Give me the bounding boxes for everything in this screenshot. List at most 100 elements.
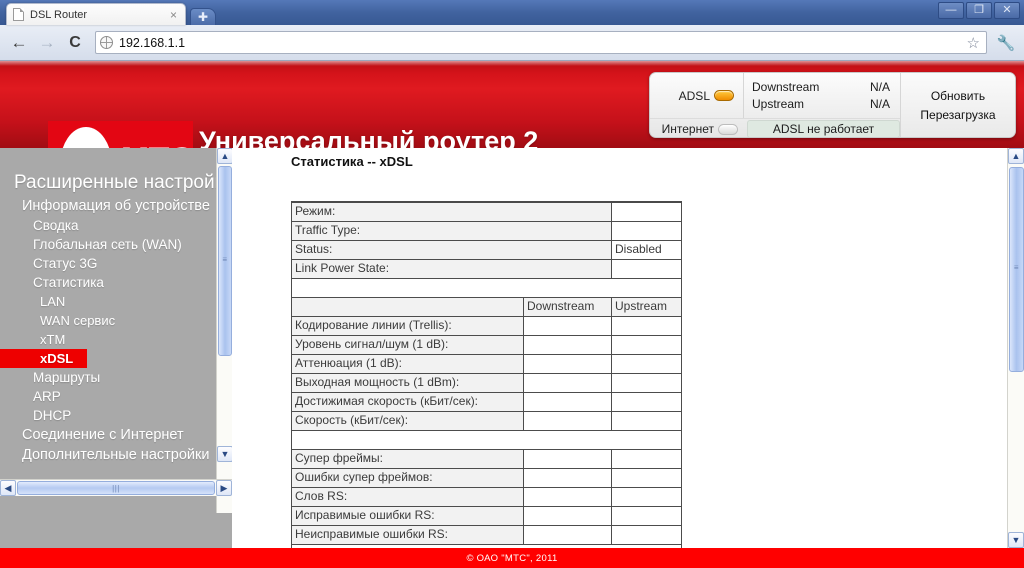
- row-downstream: [523, 467, 612, 488]
- tab-title: DSL Router: [30, 8, 88, 21]
- row-upstream: [611, 391, 682, 412]
- table-row: Исправимые ошибки RS:: [291, 505, 682, 526]
- sidebar: Расширенные настройки Информация об устр…: [0, 148, 232, 548]
- scroll-up-icon[interactable]: ▲: [217, 148, 232, 164]
- page-favicon-icon: [13, 8, 24, 21]
- status-panel: ADSL Downstream N/A Upstream N/A Интерне…: [649, 72, 1016, 138]
- sidebar-item-xtm[interactable]: xTM: [0, 330, 232, 349]
- copyright-text: © ОАО "МТС", 2011: [466, 552, 558, 564]
- sidebar-item-3g-status[interactable]: Статус 3G: [0, 254, 232, 273]
- wrench-menu-icon[interactable]: 🔧: [996, 34, 1016, 52]
- bookmark-star-icon[interactable]: ☆: [967, 34, 982, 52]
- sidebar-item-label: WAN сервис: [40, 313, 116, 328]
- browser-tab[interactable]: DSL Router ×: [6, 3, 186, 25]
- row-downstream: [523, 353, 612, 374]
- table-row: Status: Disabled: [291, 239, 682, 260]
- sidebar-item-wan[interactable]: Глобальная сеть (WAN): [0, 235, 232, 254]
- sidebar-item-wan-service[interactable]: WAN сервис: [0, 311, 232, 330]
- sidebar-scroll-thumb[interactable]: ≡: [218, 166, 232, 356]
- sidebar-item-dhcp[interactable]: DHCP: [0, 406, 232, 425]
- sidebar-item-label: Дополнительные настройки: [22, 447, 210, 463]
- restore-icon[interactable]: ❐: [966, 2, 992, 19]
- scroll-down-icon[interactable]: ▼: [217, 446, 232, 462]
- page-scroll-thumb[interactable]: ≡: [1009, 167, 1024, 372]
- sidebar-hscroll-thumb[interactable]: |||: [17, 481, 215, 495]
- row-value: Disabled: [611, 239, 682, 260]
- row-value: [611, 201, 682, 222]
- reboot-button[interactable]: Перезагрузка: [914, 107, 1001, 123]
- close-tab-icon[interactable]: ×: [168, 9, 179, 21]
- row-downstream: [523, 505, 612, 526]
- downstream-value: N/A: [869, 79, 890, 94]
- row-downstream: [523, 391, 612, 412]
- content-pane: Статистика -- xDSL Режим: Traffic Type: …: [232, 148, 1024, 548]
- row-label: Link Power State:: [291, 258, 612, 279]
- row-upstream: [611, 467, 682, 488]
- close-window-icon[interactable]: ✕: [994, 2, 1020, 19]
- row-downstream: [523, 486, 612, 507]
- new-tab-button[interactable]: ✚: [190, 8, 216, 25]
- refresh-button[interactable]: Обновить: [925, 88, 991, 104]
- row-label: Status:: [291, 239, 612, 260]
- row-label: Выходная мощность (1 dBm):: [291, 372, 524, 393]
- table-spacer-row: [291, 429, 682, 450]
- row-label: Супер фреймы:: [291, 448, 524, 469]
- sidebar-item-label: Статистика: [33, 275, 104, 290]
- status-internet-row: Интернет ADSL не работает: [650, 118, 900, 137]
- table-row: Аттенюация (1 dB):: [291, 353, 682, 374]
- sidebar-item-internet-connection[interactable]: Соединение с Интернет: [0, 425, 232, 445]
- row-label: Достижимая скорость (кБит/сек):: [291, 391, 524, 412]
- reload-icon[interactable]: C: [64, 32, 86, 54]
- sidebar-horizontal-scrollbar[interactable]: ◀ ||| ▶: [0, 479, 232, 496]
- header-blank: [291, 296, 524, 317]
- spacer-cell: [291, 429, 682, 450]
- globe-icon: [100, 36, 113, 49]
- sidebar-item-xdsl[interactable]: xDSL: [0, 349, 88, 368]
- sidebar-item-label: DHCP: [33, 408, 72, 423]
- sidebar-item-label: Глобальная сеть (WAN): [33, 237, 182, 252]
- sidebar-item-lan[interactable]: LAN: [0, 292, 232, 311]
- sidebar-item-label: ARP: [33, 389, 61, 404]
- back-icon[interactable]: ←: [8, 32, 30, 54]
- minimize-icon[interactable]: —: [938, 2, 964, 19]
- col-downstream: Downstream: [523, 296, 612, 317]
- scroll-down-icon[interactable]: ▼: [1008, 532, 1024, 548]
- scroll-up-icon[interactable]: ▲: [1008, 148, 1024, 164]
- row-upstream: [611, 353, 682, 374]
- forward-icon[interactable]: →: [36, 32, 58, 54]
- scroll-left-icon[interactable]: ◀: [0, 480, 16, 496]
- sidebar-item-arp[interactable]: ARP: [0, 387, 232, 406]
- mts-logo-text: МТС: [121, 141, 194, 149]
- site-banner: МТС Универсальный роутер 2 Бесперебойный…: [0, 61, 1024, 148]
- table-row: Traffic Type:: [291, 220, 682, 241]
- row-upstream: [611, 448, 682, 469]
- sidebar-item-routes[interactable]: Маршруты: [0, 368, 232, 387]
- sidebar-item-label: LAN: [40, 294, 66, 309]
- scroll-right-icon[interactable]: ▶: [216, 480, 232, 496]
- scroll-grip-icon: ≡: [222, 255, 228, 264]
- row-label: Режим:: [291, 201, 612, 222]
- row-downstream: [523, 524, 612, 545]
- row-downstream: [523, 315, 612, 336]
- xdsl-statistics-table: Режим: Traffic Type: Status: Disabled Li…: [291, 201, 682, 548]
- sidebar-item-summary[interactable]: Сводка: [0, 216, 232, 235]
- row-upstream: [611, 524, 682, 545]
- page-title: Универсальный роутер 2: [199, 126, 539, 148]
- internet-label: Интернет: [661, 122, 714, 136]
- sidebar-item-advanced-settings[interactable]: Дополнительные настройки: [0, 445, 232, 465]
- status-panel-left: ADSL Downstream N/A Upstream N/A Интерне…: [650, 73, 900, 137]
- window-controls: — ❐ ✕: [938, 2, 1020, 19]
- sidebar-item-device-info[interactable]: Информация об устройстве: [0, 196, 232, 216]
- page-vertical-scrollbar[interactable]: ▲ ≡ ▼: [1007, 148, 1024, 548]
- col-upstream: Upstream: [611, 296, 682, 317]
- row-label: Traffic Type:: [291, 220, 612, 241]
- table-spacer-row: [291, 543, 682, 548]
- sidebar-footer-fill: [0, 513, 232, 548]
- downstream-label: Downstream: [752, 79, 820, 94]
- table-row: Скорость (кБит/сек):: [291, 410, 682, 431]
- address-bar[interactable]: 192.168.1.1 ☆: [95, 31, 987, 54]
- sidebar-item-statistics[interactable]: Статистика: [0, 273, 232, 292]
- browser-window: DSL Router × ✚ — ❐ ✕ ← → C 192.168.1.1 ☆…: [0, 0, 1024, 568]
- table-row: Link Power State:: [291, 258, 682, 279]
- page-footer: © ОАО "МТС", 2011: [0, 548, 1024, 568]
